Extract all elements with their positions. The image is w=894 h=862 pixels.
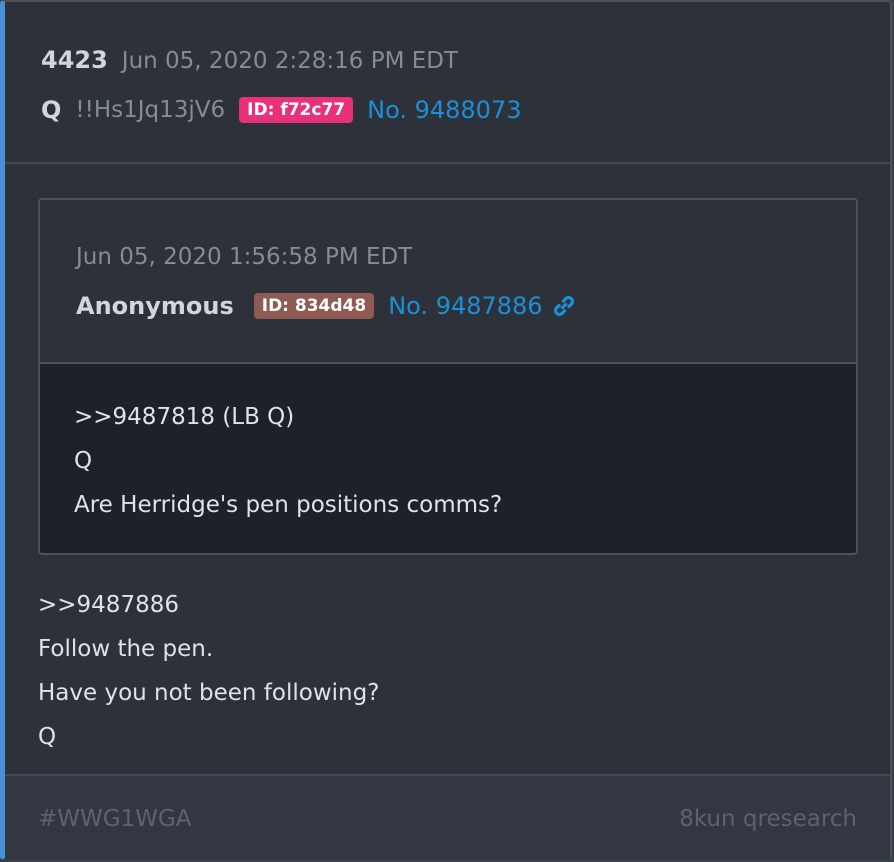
quoted-post-line: Q [74,448,93,474]
link-icon[interactable] [551,293,577,319]
quoted-post-body: >>9487818 (LB Q) Q Are Herridge's pen po… [40,364,856,553]
quoted-post-header: Jun 05, 2020 1:56:58 PM EDT Anonymous ID… [40,200,856,364]
post-author: Q [41,96,62,124]
post-card: 4423 Jun 05, 2020 2:28:16 PM EDT Q !!Hs1… [0,0,892,860]
post-meta-line: 4423 Jun 05, 2020 2:28:16 PM EDT [41,46,458,82]
post-header: 4423 Jun 05, 2020 2:28:16 PM EDT Q !!Hs1… [5,2,890,164]
post-index: 4423 [41,46,108,74]
post-body-line: Have you not been following? [38,680,380,706]
quoted-post-author-line: Anonymous ID: 834d48 No. 9487886 [76,288,577,324]
quoted-post-line: >>9487818 (LB Q) [74,404,295,430]
post-body-line: Follow the pen. [38,636,214,662]
post-number-link[interactable]: No. 9488073 [367,96,521,124]
post-id-badge: ID: f72c77 [239,97,354,123]
quoted-post: Jun 05, 2020 1:56:58 PM EDT Anonymous ID… [38,198,858,555]
post-body-line: Q [38,724,57,750]
footer-hashtag: #WWG1WGA [38,806,192,832]
quoted-post-id-badge: ID: 834d48 [253,293,375,319]
quoted-post-timestamp: Jun 05, 2020 1:56:58 PM EDT [76,244,413,270]
quoted-post-author: Anonymous [76,292,234,320]
post-footer: #WWG1WGA 8kun qresearch [5,774,890,860]
post-author-line: Q !!Hs1Jq13jV6 ID: f72c77 No. 9488073 [41,92,521,128]
post-tripcode: !!Hs1Jq13jV6 [75,97,226,123]
quoted-post-line: Are Herridge's pen positions comms? [74,492,503,518]
post-body-line: >>9487886 [38,592,179,618]
footer-source: 8kun qresearch [679,806,857,832]
post-timestamp: Jun 05, 2020 2:28:16 PM EDT [121,48,459,74]
quoted-post-number-link[interactable]: No. 9487886 [388,292,542,320]
